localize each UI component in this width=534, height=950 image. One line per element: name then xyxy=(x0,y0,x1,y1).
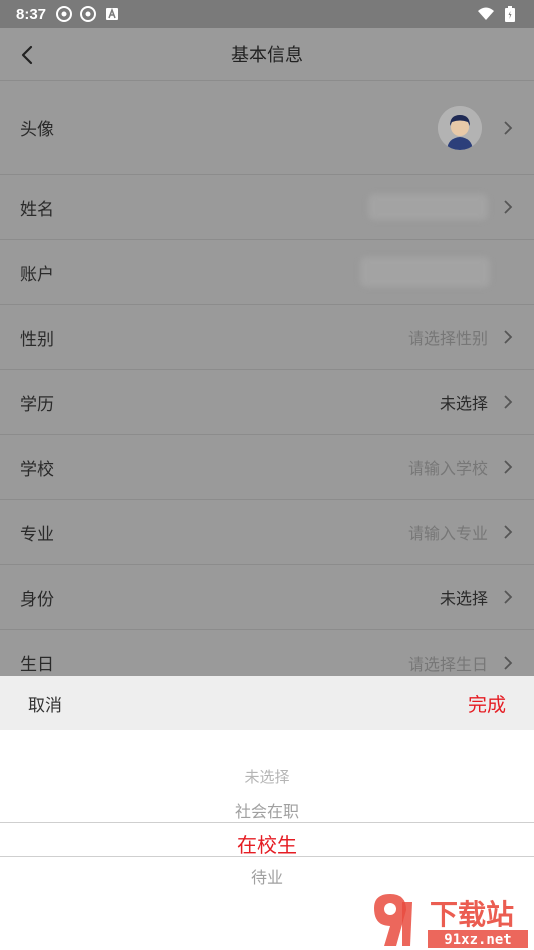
a-badge-icon xyxy=(104,6,120,22)
aperture-icon xyxy=(80,6,97,22)
wifi-icon xyxy=(478,6,494,22)
row-label: 学历 xyxy=(20,394,54,415)
page-title: 基本信息 xyxy=(231,45,303,66)
row-identity[interactable]: 身份 未选择 xyxy=(0,565,534,630)
row-value-placeholder: 请输入专业 xyxy=(407,524,488,543)
row-value-placeholder: 请输入学校 xyxy=(407,459,488,478)
profile-form-list: 头像 姓名 账户 性别 请选择性别 学历 未选择 学校 请输入学校 专业 请输入… xyxy=(0,81,534,695)
chevron-right-icon xyxy=(502,655,514,670)
row-account: 账户 xyxy=(0,240,534,305)
row-label: 头像 xyxy=(20,120,54,140)
chevron-right-icon xyxy=(502,120,514,135)
svg-text:91xz.net: 91xz.net xyxy=(444,932,511,948)
picker-option[interactable]: 社会在职 xyxy=(0,798,534,822)
picker-toolbar: 取消 完成 xyxy=(0,676,534,730)
status-time: 8:37 xyxy=(16,5,47,23)
row-education[interactable]: 学历 未选择 xyxy=(0,370,534,435)
status-system-icons xyxy=(478,6,518,22)
aperture-icon xyxy=(56,6,73,22)
redacted-value xyxy=(360,257,490,287)
row-value: 未选择 xyxy=(439,394,488,413)
row-avatar[interactable]: 头像 xyxy=(0,81,534,175)
cancel-button[interactable]: 取消 xyxy=(28,691,62,716)
row-value-placeholder: 请选择生日 xyxy=(407,654,488,674)
row-label: 性别 xyxy=(20,329,54,350)
done-button[interactable]: 完成 xyxy=(468,690,506,717)
chevron-right-icon xyxy=(502,395,514,409)
row-name[interactable]: 姓名 xyxy=(0,175,534,240)
back-button[interactable] xyxy=(12,40,42,70)
chevron-right-icon xyxy=(502,330,514,344)
chevron-left-icon xyxy=(21,45,33,65)
battery-icon xyxy=(502,6,518,22)
svg-text:下载站: 下载站 xyxy=(430,898,514,931)
row-label: 身份 xyxy=(20,589,54,610)
row-value-placeholder: 请选择性别 xyxy=(407,329,488,348)
picker-option[interactable]: 待业 xyxy=(0,864,534,888)
redacted-value xyxy=(368,194,488,220)
avatar[interactable] xyxy=(438,105,482,150)
row-value: 未选择 xyxy=(439,589,488,608)
row-label: 姓名 xyxy=(20,199,54,220)
row-major[interactable]: 专业 请输入专业 xyxy=(0,500,534,565)
selection-divider-top xyxy=(0,822,534,823)
row-school[interactable]: 学校 请输入学校 xyxy=(0,435,534,500)
picker-option[interactable]: 未选择 xyxy=(0,766,534,787)
picker-option-selected[interactable]: 在校生 xyxy=(0,829,534,858)
row-label: 学校 xyxy=(20,459,54,480)
status-notification-icons xyxy=(56,6,128,22)
row-gender[interactable]: 性别 请选择性别 xyxy=(0,305,534,370)
user-avatar-icon xyxy=(438,105,482,150)
chevron-right-icon xyxy=(502,460,514,474)
site-watermark-logo: 下载站 91xz.net xyxy=(360,890,532,950)
status-bar: 8:37 xyxy=(0,0,534,28)
app-header: 基本信息 xyxy=(0,28,534,81)
selection-divider-bottom xyxy=(0,856,534,857)
chevron-right-icon xyxy=(502,525,514,539)
row-label: 账户 xyxy=(20,264,54,285)
chevron-right-icon xyxy=(502,200,514,214)
row-label: 生日 xyxy=(20,655,54,675)
row-label: 专业 xyxy=(20,524,54,545)
chevron-right-icon xyxy=(502,590,514,604)
